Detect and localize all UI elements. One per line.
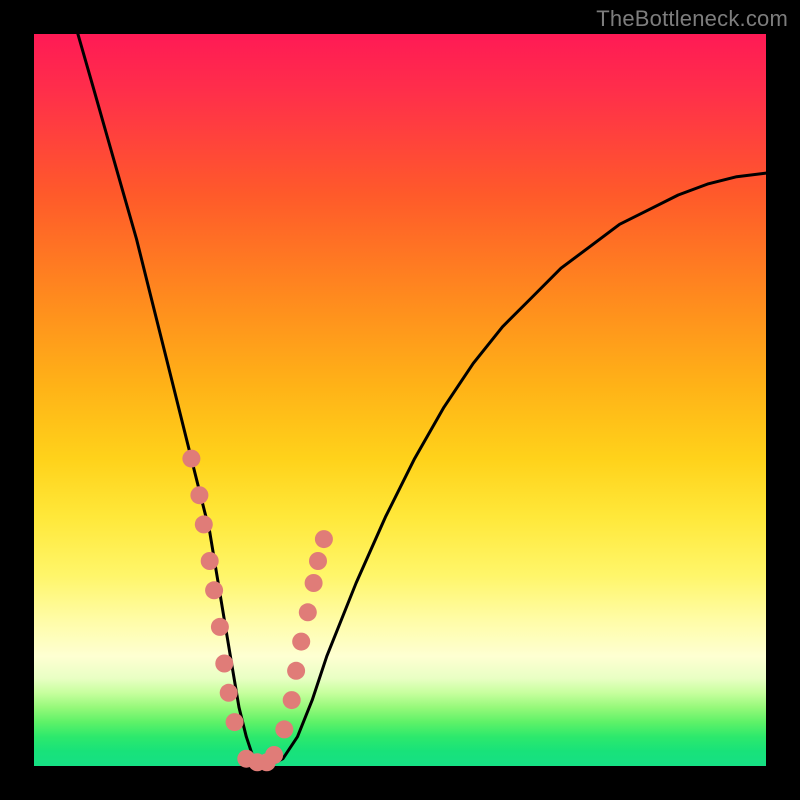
highlight-dots (182, 450, 333, 772)
chart-svg (34, 34, 766, 766)
watermark-text: TheBottleneck.com (596, 6, 788, 32)
chart-frame: TheBottleneck.com (0, 0, 800, 800)
bottleneck-curve (78, 34, 766, 766)
chart-plot-area (34, 34, 766, 766)
